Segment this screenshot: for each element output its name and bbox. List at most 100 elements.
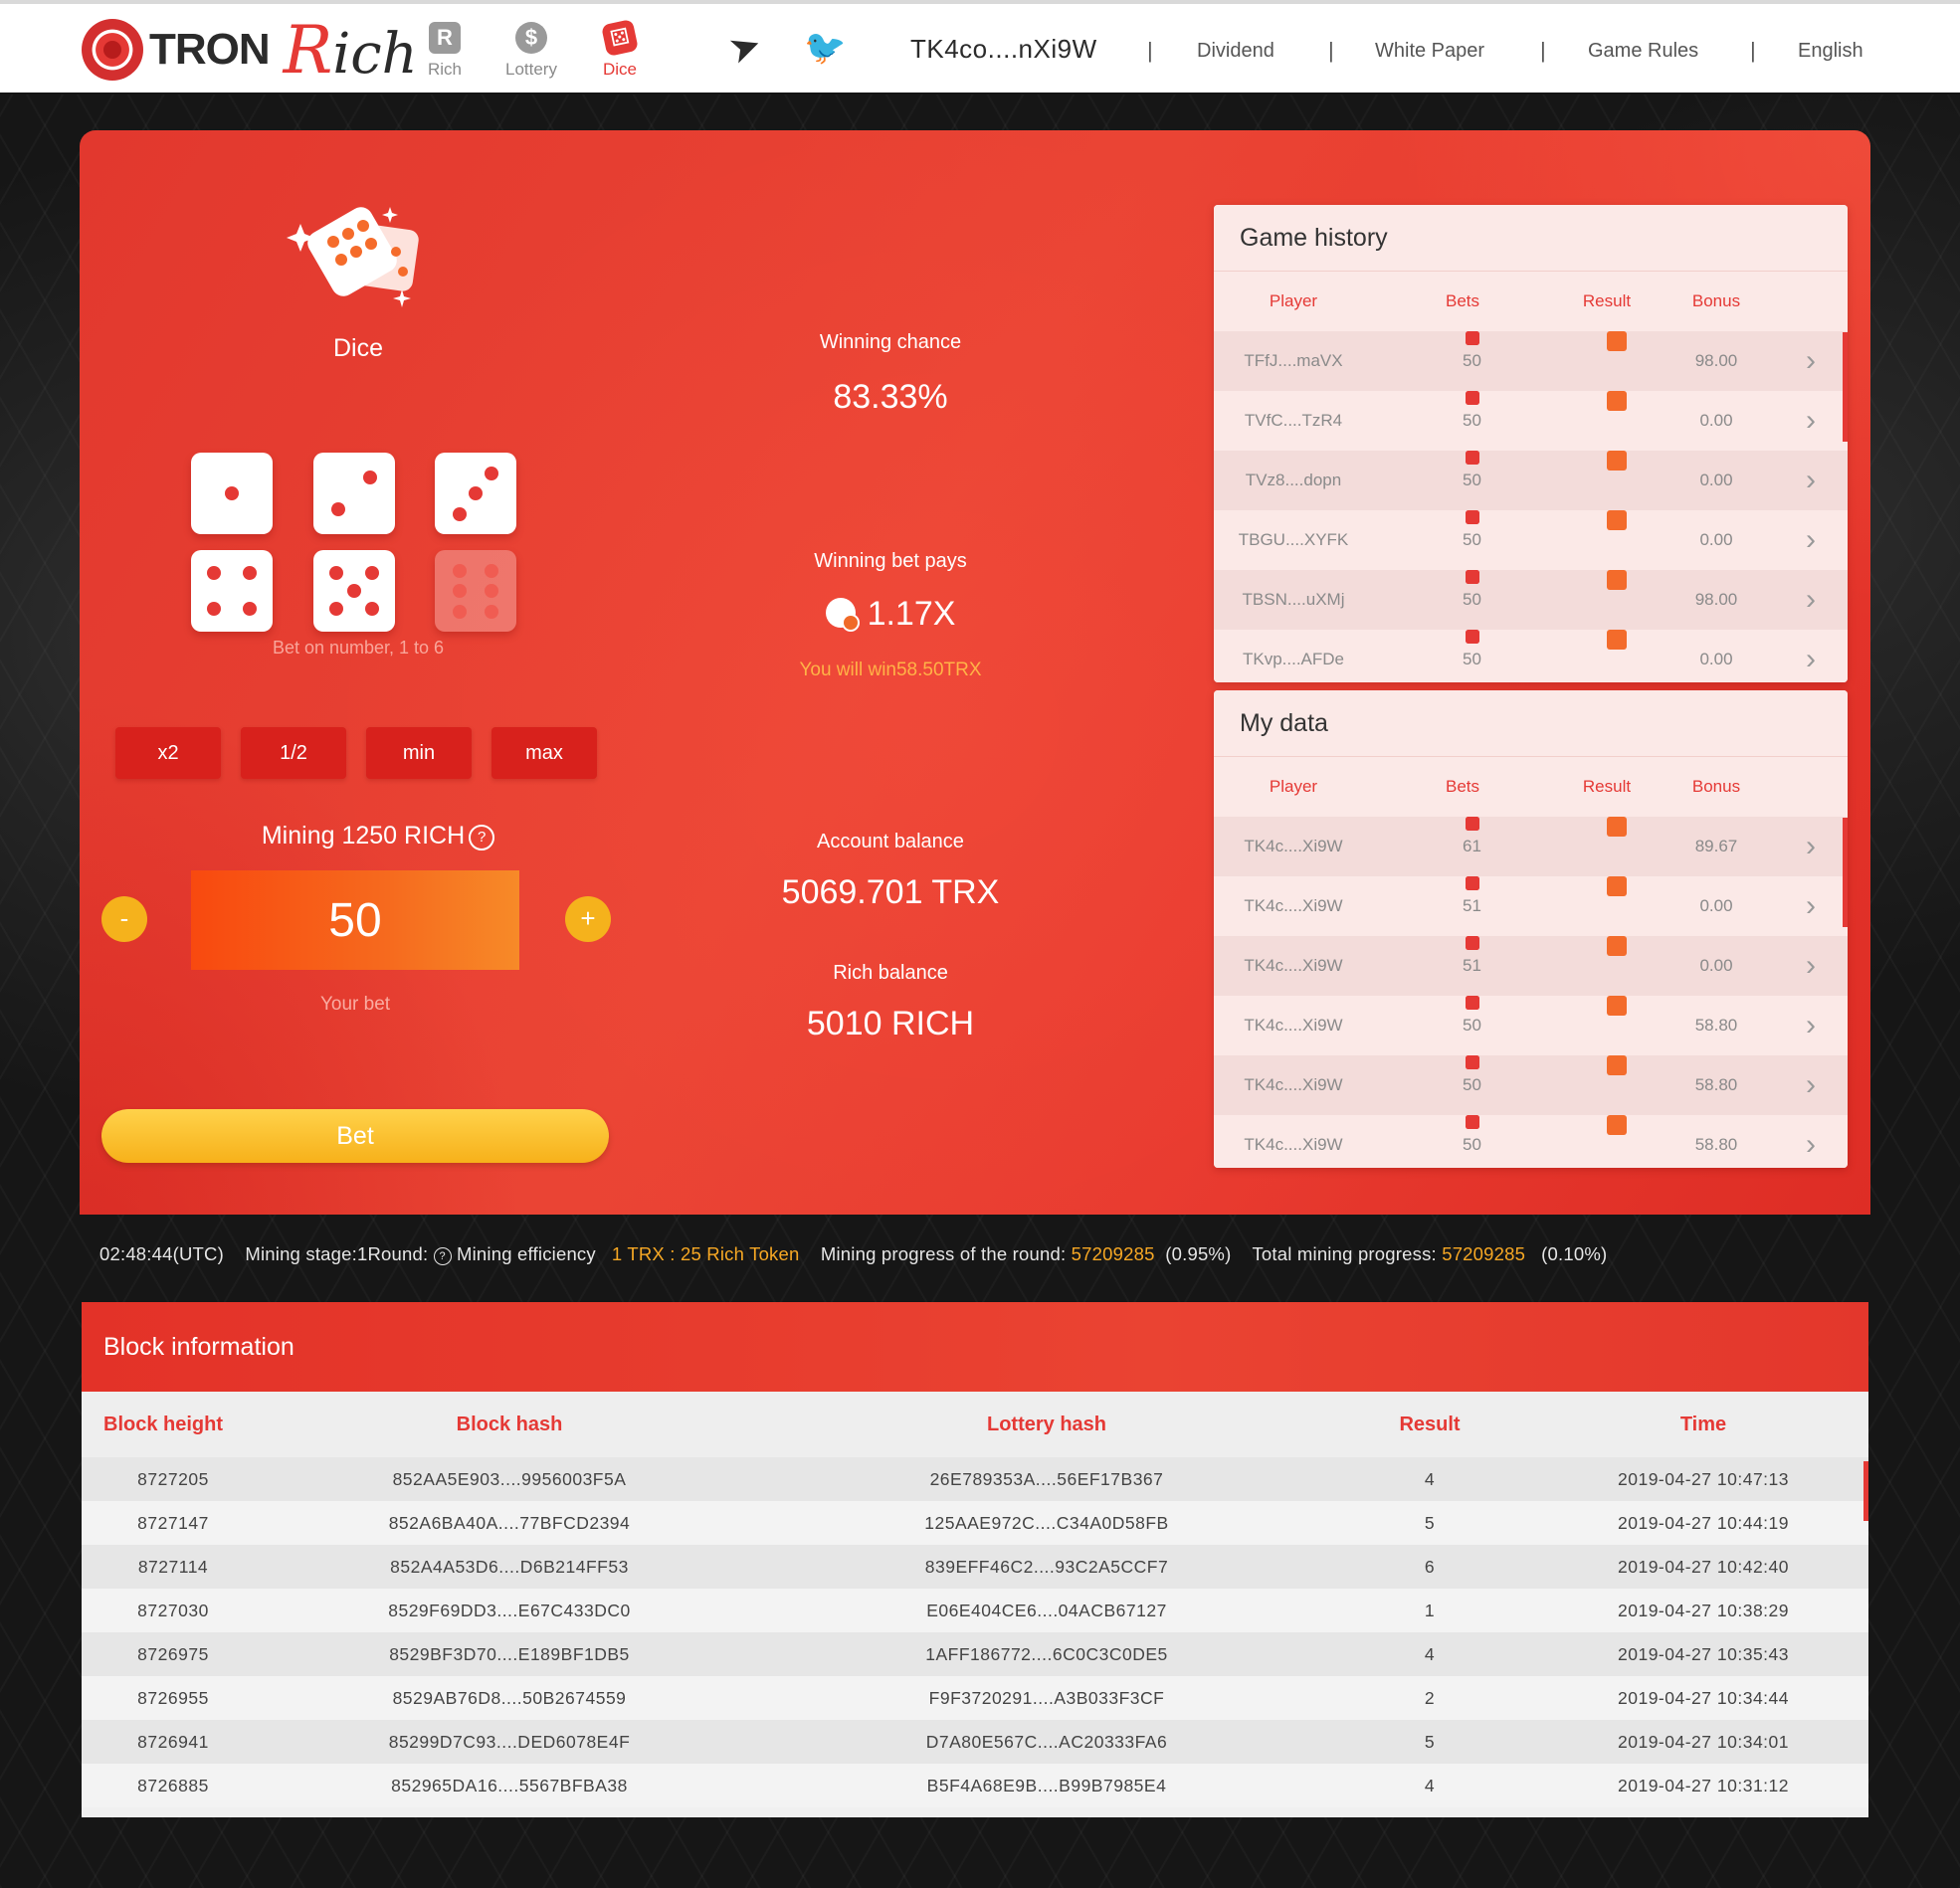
language-selector[interactable]: English [1798,40,1863,63]
decrease-bet-button[interactable]: - [101,896,147,942]
chevron-right-icon[interactable]: › [1796,510,1826,570]
lottery-hash[interactable]: B5F4A68E9B....B99B7985E4 [897,1764,1196,1807]
dice-face-6[interactable] [435,550,516,632]
die-pip [452,563,467,578]
block-height: 8727030 [137,1601,209,1620]
mining-efficiency-label: Mining efficiency [457,1243,596,1264]
dice-face-1[interactable] [191,453,273,534]
die-pip [328,565,343,580]
block-hash[interactable]: 852A4A53D6....D6B214FF53 [370,1545,649,1589]
round-progress-label: Mining progress of the round: [820,1243,1067,1264]
row-bonus: 0.00 [1699,896,1733,915]
chevron-right-icon[interactable]: › [1796,936,1826,996]
chevron-right-icon[interactable]: › [1796,876,1826,936]
block-hash[interactable]: 8529AB76D8....50B2674559 [370,1676,649,1720]
block-hash[interactable]: 85299D7C93....DED6078E4F [370,1720,649,1764]
lottery-hash[interactable]: D7A80E567C....AC20333FA6 [897,1720,1196,1764]
block-result: 6 [1424,1557,1436,1577]
dice-face-4[interactable] [191,550,273,632]
col-bonus: Bonus [1691,291,1741,310]
nav-rich[interactable]: R Rich [405,22,485,80]
link-dividend[interactable]: Dividend [1197,40,1274,63]
telegram-icon[interactable]: ➤ [722,22,767,74]
winning-chance-value: 83.33% [833,378,948,416]
help-icon[interactable]: ? [433,1247,452,1265]
total-progress-label: Total mining progress: [1252,1243,1437,1264]
dice-face-2[interactable] [313,453,395,534]
history-row[interactable]: TFfJ....maVX 50 98.00 › [1214,331,1848,391]
twitter-icon[interactable]: 🐦 [804,26,846,70]
help-icon[interactable]: ? [469,825,495,850]
history-row[interactable]: TK4c....Xi9W 61 89.67 › [1214,817,1848,876]
double-bet-button[interactable]: x2 [115,727,221,779]
block-hash[interactable]: 8529F69DD3....E67C433DC0 [370,1589,649,1632]
link-game-rules[interactable]: Game Rules [1588,40,1698,63]
bet-amount-input[interactable] [191,870,519,970]
tron-rich-logo[interactable]: TRON Rich [82,12,418,89]
history-row[interactable]: TVfC....TzR4 50 0.00 › [1214,391,1848,451]
result-die-icon [1607,1115,1627,1135]
die-pip [485,563,499,578]
block-information-title: Block information [82,1302,1868,1392]
chevron-right-icon[interactable]: › [1796,996,1826,1055]
history-row[interactable]: TBGU....XYFK 50 0.00 › [1214,510,1848,570]
game-history-scrollbar[interactable] [1843,332,1848,442]
history-row[interactable]: TK4c....Xi9W 50 58.80 › [1214,1055,1848,1115]
block-hash[interactable]: 8529BF3D70....E189BF1DB5 [370,1632,649,1676]
dice-face-5[interactable] [313,550,395,632]
block-table-header: Block height Block hash Lottery hash Res… [82,1392,1868,1457]
block-height: 8727205 [137,1469,209,1489]
chevron-right-icon[interactable]: › [1796,570,1826,630]
bet-die-icon [1466,570,1479,584]
lottery-hash[interactable]: F9F3720291....A3B033F3CF [897,1676,1196,1720]
chevron-right-icon[interactable]: › [1796,817,1826,876]
history-row[interactable]: TK4c....Xi9W 50 58.80 › [1214,996,1848,1055]
chevron-right-icon[interactable]: › [1796,630,1826,682]
lottery-hash[interactable]: 26E789353A....56EF17B367 [897,1457,1196,1501]
history-row[interactable]: TK4c....Xi9W 50 58.80 › [1214,1115,1848,1168]
chevron-right-icon[interactable]: › [1796,451,1826,510]
place-bet-button[interactable]: Bet [101,1109,609,1163]
chevron-right-icon[interactable]: › [1796,391,1826,451]
winning-chance-label: Winning chance [819,331,962,353]
col-result: Result [1582,291,1632,310]
history-row[interactable]: TKvp....AFDe 50 0.00 › [1214,630,1848,682]
game-history-header: Player Bets Result Bonus [1214,272,1848,331]
link-white-paper[interactable]: White Paper [1375,40,1484,63]
server-time: 02:48:44(UTC) [99,1243,224,1264]
bet-die-icon [1466,996,1479,1010]
nav-dice[interactable]: ⚄ Dice [580,19,660,80]
dice-face-3[interactable] [435,453,516,534]
max-bet-button[interactable]: max [491,727,597,779]
chevron-right-icon[interactable]: › [1796,1115,1826,1168]
history-row[interactable]: TK4c....Xi9W 51 0.00 › [1214,876,1848,936]
lottery-hash[interactable]: E06E404CE6....04ACB67127 [897,1589,1196,1632]
wallet-address[interactable]: TK4co....nXi9W [910,34,1097,65]
block-hash[interactable]: 852965DA16....5567BFBA38 [370,1764,649,1807]
bet-die-icon [1466,817,1479,831]
bet-die-icon [1466,510,1479,524]
block-table-scrollbar[interactable] [1863,1461,1868,1521]
my-data-scrollbar[interactable] [1843,818,1848,927]
lottery-hash[interactable]: 125AAE972C....C34A0D58FB [897,1501,1196,1545]
history-row[interactable]: TK4c....Xi9W 51 0.00 › [1214,936,1848,996]
row-player: TK4c....Xi9W [1244,896,1343,915]
game-history-list[interactable]: TFfJ....maVX 50 98.00 › TVfC....TzR4 50 0.00 › T… [1214,331,1848,682]
lottery-hash[interactable]: 839EFF46C2....93C2A5CCF7 [897,1545,1196,1589]
history-row[interactable]: TBSN....uXMj 50 98.00 › [1214,570,1848,630]
table-row: 8726941 85299D7C93....DED6078E4F D7A80E567… [82,1720,1868,1764]
chevron-right-icon[interactable]: › [1796,1055,1826,1115]
block-hash[interactable]: 852AA5E903....9956003F5A [370,1457,649,1501]
nav-lottery[interactable]: $ Lottery [491,22,571,80]
my-data-list[interactable]: TK4c....Xi9W 61 89.67 › TK4c....Xi9W 51 0.00 › T… [1214,817,1848,1168]
min-bet-button[interactable]: min [366,727,472,779]
block-hash[interactable]: 852A6BA40A....77BFCD2394 [370,1501,649,1545]
block-height: 8727147 [137,1513,209,1533]
lottery-hash[interactable]: 1AFF186772....6C0C3C0DE5 [897,1632,1196,1676]
half-bet-button[interactable]: 1/2 [241,727,346,779]
chevron-right-icon[interactable]: › [1796,331,1826,391]
history-row[interactable]: TVz8....dopn 50 0.00 › [1214,451,1848,510]
col-lottery-hash: Lottery hash [986,1414,1107,1435]
row-bonus: 58.80 [1694,1016,1738,1035]
increase-bet-button[interactable]: + [565,896,611,942]
